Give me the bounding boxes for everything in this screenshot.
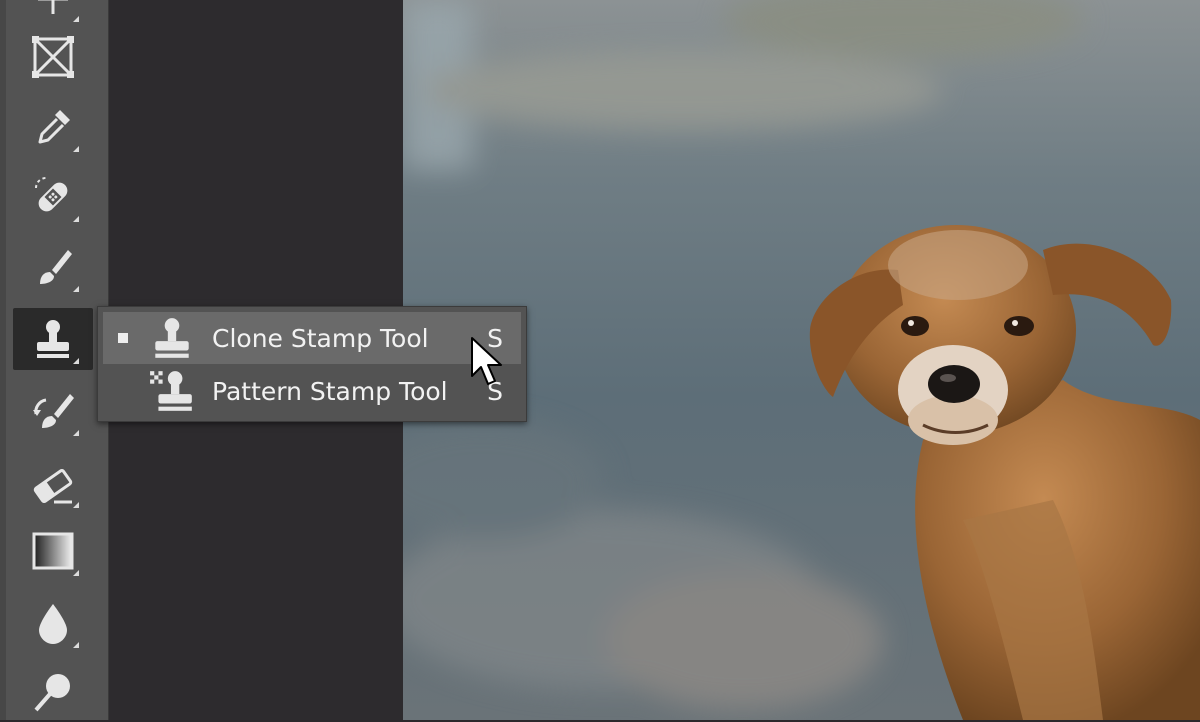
- menu-item-clone-stamp[interactable]: Clone Stamp Tool S: [103, 312, 521, 364]
- eyedropper-tool[interactable]: [13, 96, 93, 158]
- history-brush-tool[interactable]: [13, 380, 93, 442]
- dodge-icon: [34, 674, 70, 712]
- clone-stamp-tool[interactable]: [13, 308, 93, 370]
- stamp-tool-flyout-menu: Clone Stamp Tool S Pattern Stamp Tool S: [97, 306, 527, 422]
- panel-edge: [0, 0, 6, 720]
- eraser-tool[interactable]: [13, 452, 93, 514]
- mouse-cursor-icon: [471, 337, 502, 385]
- dodge-tool[interactable]: [13, 660, 93, 722]
- frame-icon: [32, 36, 74, 78]
- menu-item-label: Clone Stamp Tool: [212, 323, 429, 353]
- brush-tool[interactable]: [13, 236, 93, 298]
- selected-indicator: [118, 333, 128, 343]
- eraser-icon: [33, 468, 73, 504]
- move-icon: [38, 0, 68, 14]
- brush-icon: [40, 250, 72, 284]
- stamp-icon: [155, 318, 189, 358]
- gradient-icon: [32, 532, 74, 570]
- pattern-stamp-icon: [150, 371, 192, 411]
- stamp-icon: [37, 320, 69, 358]
- history-brush-icon: [33, 394, 74, 428]
- bandage-icon: [35, 177, 68, 212]
- frame-tool[interactable]: [13, 26, 93, 88]
- drop-icon: [39, 604, 67, 644]
- eyedropper-icon: [38, 110, 70, 144]
- healing-brush-tool[interactable]: [13, 166, 93, 228]
- tools-panel: [0, 0, 109, 720]
- menu-item-label: Pattern Stamp Tool: [212, 376, 448, 406]
- selected-indicator: [118, 386, 128, 396]
- move-tool[interactable]: [13, 0, 93, 28]
- gradient-tool[interactable]: [13, 520, 93, 582]
- menu-item-pattern-stamp[interactable]: Pattern Stamp Tool S: [103, 365, 521, 417]
- blur-tool[interactable]: [13, 592, 93, 654]
